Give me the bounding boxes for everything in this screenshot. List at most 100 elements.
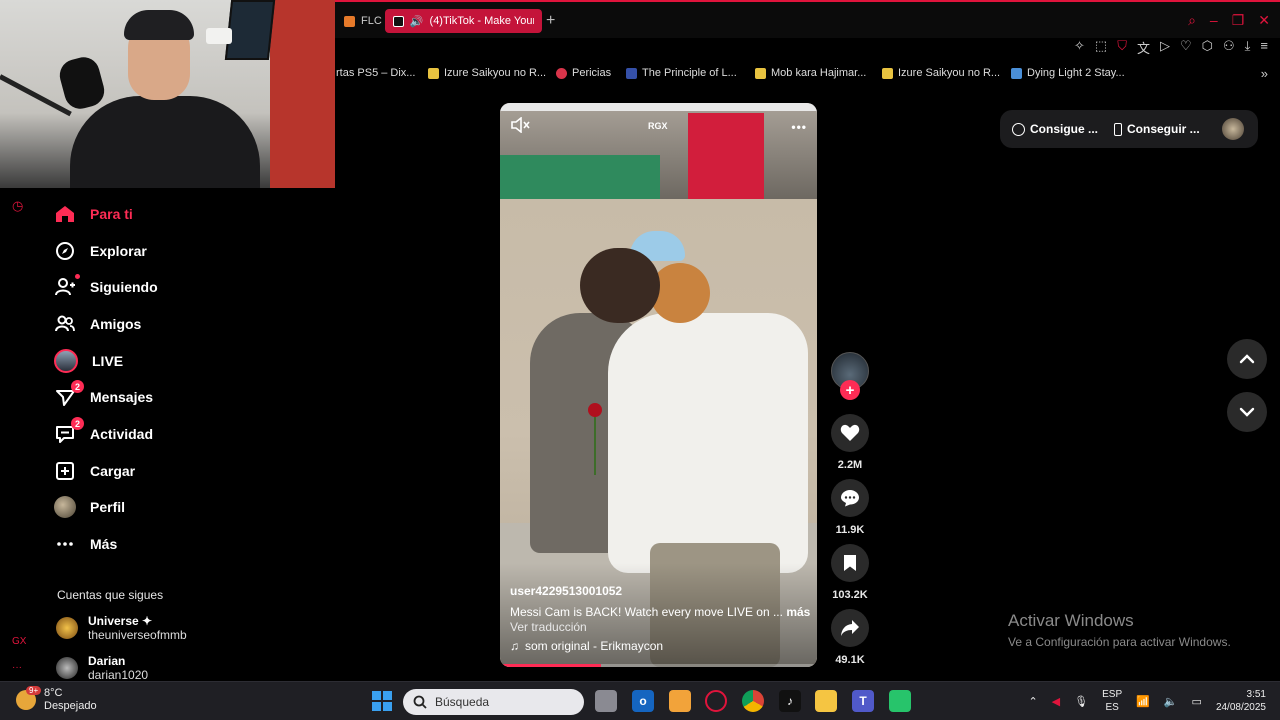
weather-moon-icon: 9+ (16, 686, 42, 710)
promo-get-app-button[interactable]: Conseguir ... (1114, 122, 1200, 136)
shield-icon[interactable]: ⛉ (1117, 38, 1127, 57)
language-indicator[interactable]: ESP ES (1102, 688, 1122, 714)
history-icon[interactable]: ◷ (12, 198, 23, 214)
watermark-subtitle: Ve a Configuración para activar Windows. (1008, 635, 1231, 649)
following-account[interactable]: Universe ✦ theuniverseofmmb (56, 614, 187, 642)
activity-badge: 2 (71, 417, 84, 430)
user-avatar[interactable] (1222, 118, 1244, 140)
bookmark-item[interactable]: Pericias (556, 67, 611, 79)
chrome-icon[interactable] (742, 690, 764, 712)
play-icon[interactable]: ▷ (1160, 38, 1170, 57)
sidebar-item-cargar[interactable]: Cargar (54, 457, 135, 485)
volume-icon[interactable]: 🔈 (1164, 695, 1178, 708)
share-button[interactable] (831, 609, 869, 647)
account-name: Darian (88, 654, 126, 668)
bookmark-item[interactable]: Mob kara Hajimar... (755, 67, 866, 79)
translate-link[interactable]: Ver traducción (510, 620, 587, 634)
chevron-up-icon[interactable]: ⌃ (1028, 695, 1037, 708)
mute-icon[interactable] (510, 116, 530, 136)
opera-gx-icon[interactable] (705, 690, 727, 712)
minimize-button[interactable]: – (1210, 12, 1218, 29)
next-video-button[interactable] (1227, 392, 1267, 432)
bookmark-item[interactable]: Dying Light 2 Stay... (1011, 67, 1125, 79)
bookmarks-overflow-button[interactable]: » (1261, 66, 1268, 81)
previous-video-button[interactable] (1227, 339, 1267, 379)
wifi-icon[interactable]: 📶 (1136, 695, 1150, 708)
window-controls: ⌕ – ❐ ✕ (1188, 12, 1270, 29)
like-button[interactable] (831, 414, 869, 452)
video-username[interactable]: user4229513001052 (510, 584, 622, 598)
maximize-button[interactable]: ❐ (1232, 12, 1245, 29)
clock[interactable]: 3:51 24/08/2025 (1216, 688, 1266, 714)
start-button[interactable] (371, 690, 393, 712)
bookmark-item[interactable]: The Principle of L... (626, 67, 737, 79)
star-icon (428, 67, 439, 79)
rail-more-icon[interactable]: ··· (12, 662, 22, 673)
taskbar-search[interactable]: Búsqueda (403, 689, 584, 715)
comment-button[interactable] (831, 479, 869, 517)
translate-icon[interactable]: 文 (1137, 38, 1150, 57)
tab-flc[interactable]: FLC (336, 9, 390, 33)
chevron-down-icon (1239, 407, 1255, 417)
weather-badge: 9+ (26, 686, 42, 695)
caption-more-link[interactable]: más (786, 605, 810, 619)
video-player[interactable]: ••• RGX user4229513001052 Messi Cam is B… (500, 103, 817, 667)
promo-label: Conseguir ... (1127, 122, 1200, 136)
site-icon (1011, 67, 1022, 79)
video-sound[interactable]: ♫ som original - Erikmaycon (510, 639, 663, 653)
weather-widget[interactable]: 9+ 8°C Despejado (16, 686, 97, 713)
promo-get-coins-button[interactable]: Consigue ... (1012, 122, 1098, 136)
file-explorer-icon[interactable] (815, 690, 837, 712)
tab-label: FLC (361, 15, 382, 27)
task-view-icon[interactable] (595, 690, 617, 712)
sidebar-item-explorar[interactable]: Explorar (54, 237, 147, 265)
opera-tray-icon[interactable]: ◀ (1052, 695, 1060, 708)
microphone-icon[interactable]: 🎙 (1074, 695, 1088, 708)
webcam-person-cap (124, 10, 194, 40)
follow-creator-button[interactable]: + (840, 380, 860, 400)
sidebar-item-label: Amigos (90, 316, 142, 332)
outlook-icon[interactable]: o (632, 690, 654, 712)
sidebar-item-siguiendo[interactable]: Siguiendo (54, 273, 158, 301)
pin-icon[interactable]: ✧ (1074, 38, 1085, 57)
video-scene (588, 403, 602, 417)
sidebar-item-perfil[interactable]: Perfil (54, 493, 125, 521)
following-account[interactable]: Darian darian1020 (56, 654, 148, 682)
tab-tiktok[interactable]: 🔊 (4)TikTok - Make Your (385, 9, 542, 33)
promo-label: Consigue ... (1030, 122, 1099, 136)
bookmark-item[interactable]: Izure Saikyou no R... (882, 67, 1000, 79)
store-icon[interactable] (669, 690, 691, 712)
snapshot-icon[interactable]: ⬚ (1095, 38, 1107, 57)
search-icon[interactable]: ⌕ (1188, 12, 1196, 29)
new-tab-button[interactable]: + (546, 12, 555, 30)
extensions-icon[interactable]: ⬡ (1202, 38, 1213, 57)
heart-icon[interactable]: ♡ (1180, 38, 1192, 57)
tiktok-icon[interactable]: ♪ (779, 690, 801, 712)
sidebar-item-actividad[interactable]: 2 Actividad (54, 417, 153, 448)
menu-icon[interactable]: ≡ (1260, 38, 1268, 57)
friends-icon (54, 313, 76, 335)
webcam-background (270, 0, 335, 188)
account-icon[interactable]: ⚇ (1223, 38, 1235, 57)
sidebar-item-para-ti[interactable]: Para ti (54, 200, 133, 228)
sidebar-item-live[interactable]: LIVE (54, 347, 123, 375)
battery-icon[interactable]: ▭ (1192, 695, 1202, 708)
video-progress-bar[interactable] (500, 664, 817, 667)
video-more-icon[interactable]: ••• (791, 120, 807, 134)
notification-dot (75, 274, 80, 279)
close-button[interactable]: ✕ (1258, 12, 1270, 29)
save-button[interactable] (831, 544, 869, 582)
chevron-up-icon (1239, 354, 1255, 364)
sidebar-item-mensajes[interactable]: 2 Mensajes (54, 380, 153, 411)
share-arrow-icon (841, 620, 859, 636)
teams-icon[interactable]: T (852, 690, 874, 712)
speaker-icon: 🔊 (409, 15, 424, 28)
sidebar-item-amigos[interactable]: Amigos (54, 310, 141, 338)
gx-icon[interactable]: GX (12, 636, 26, 647)
android-icon[interactable] (889, 690, 911, 712)
account-avatar (56, 657, 78, 679)
bookmark-item[interactable]: Izure Saikyou no R... (428, 67, 546, 79)
bookmark-item[interactable]: rtas PS5 – Dix... (336, 67, 415, 79)
sidebar-item-mas[interactable]: Más (54, 530, 117, 558)
download-icon[interactable]: ⤓ (1245, 38, 1251, 57)
